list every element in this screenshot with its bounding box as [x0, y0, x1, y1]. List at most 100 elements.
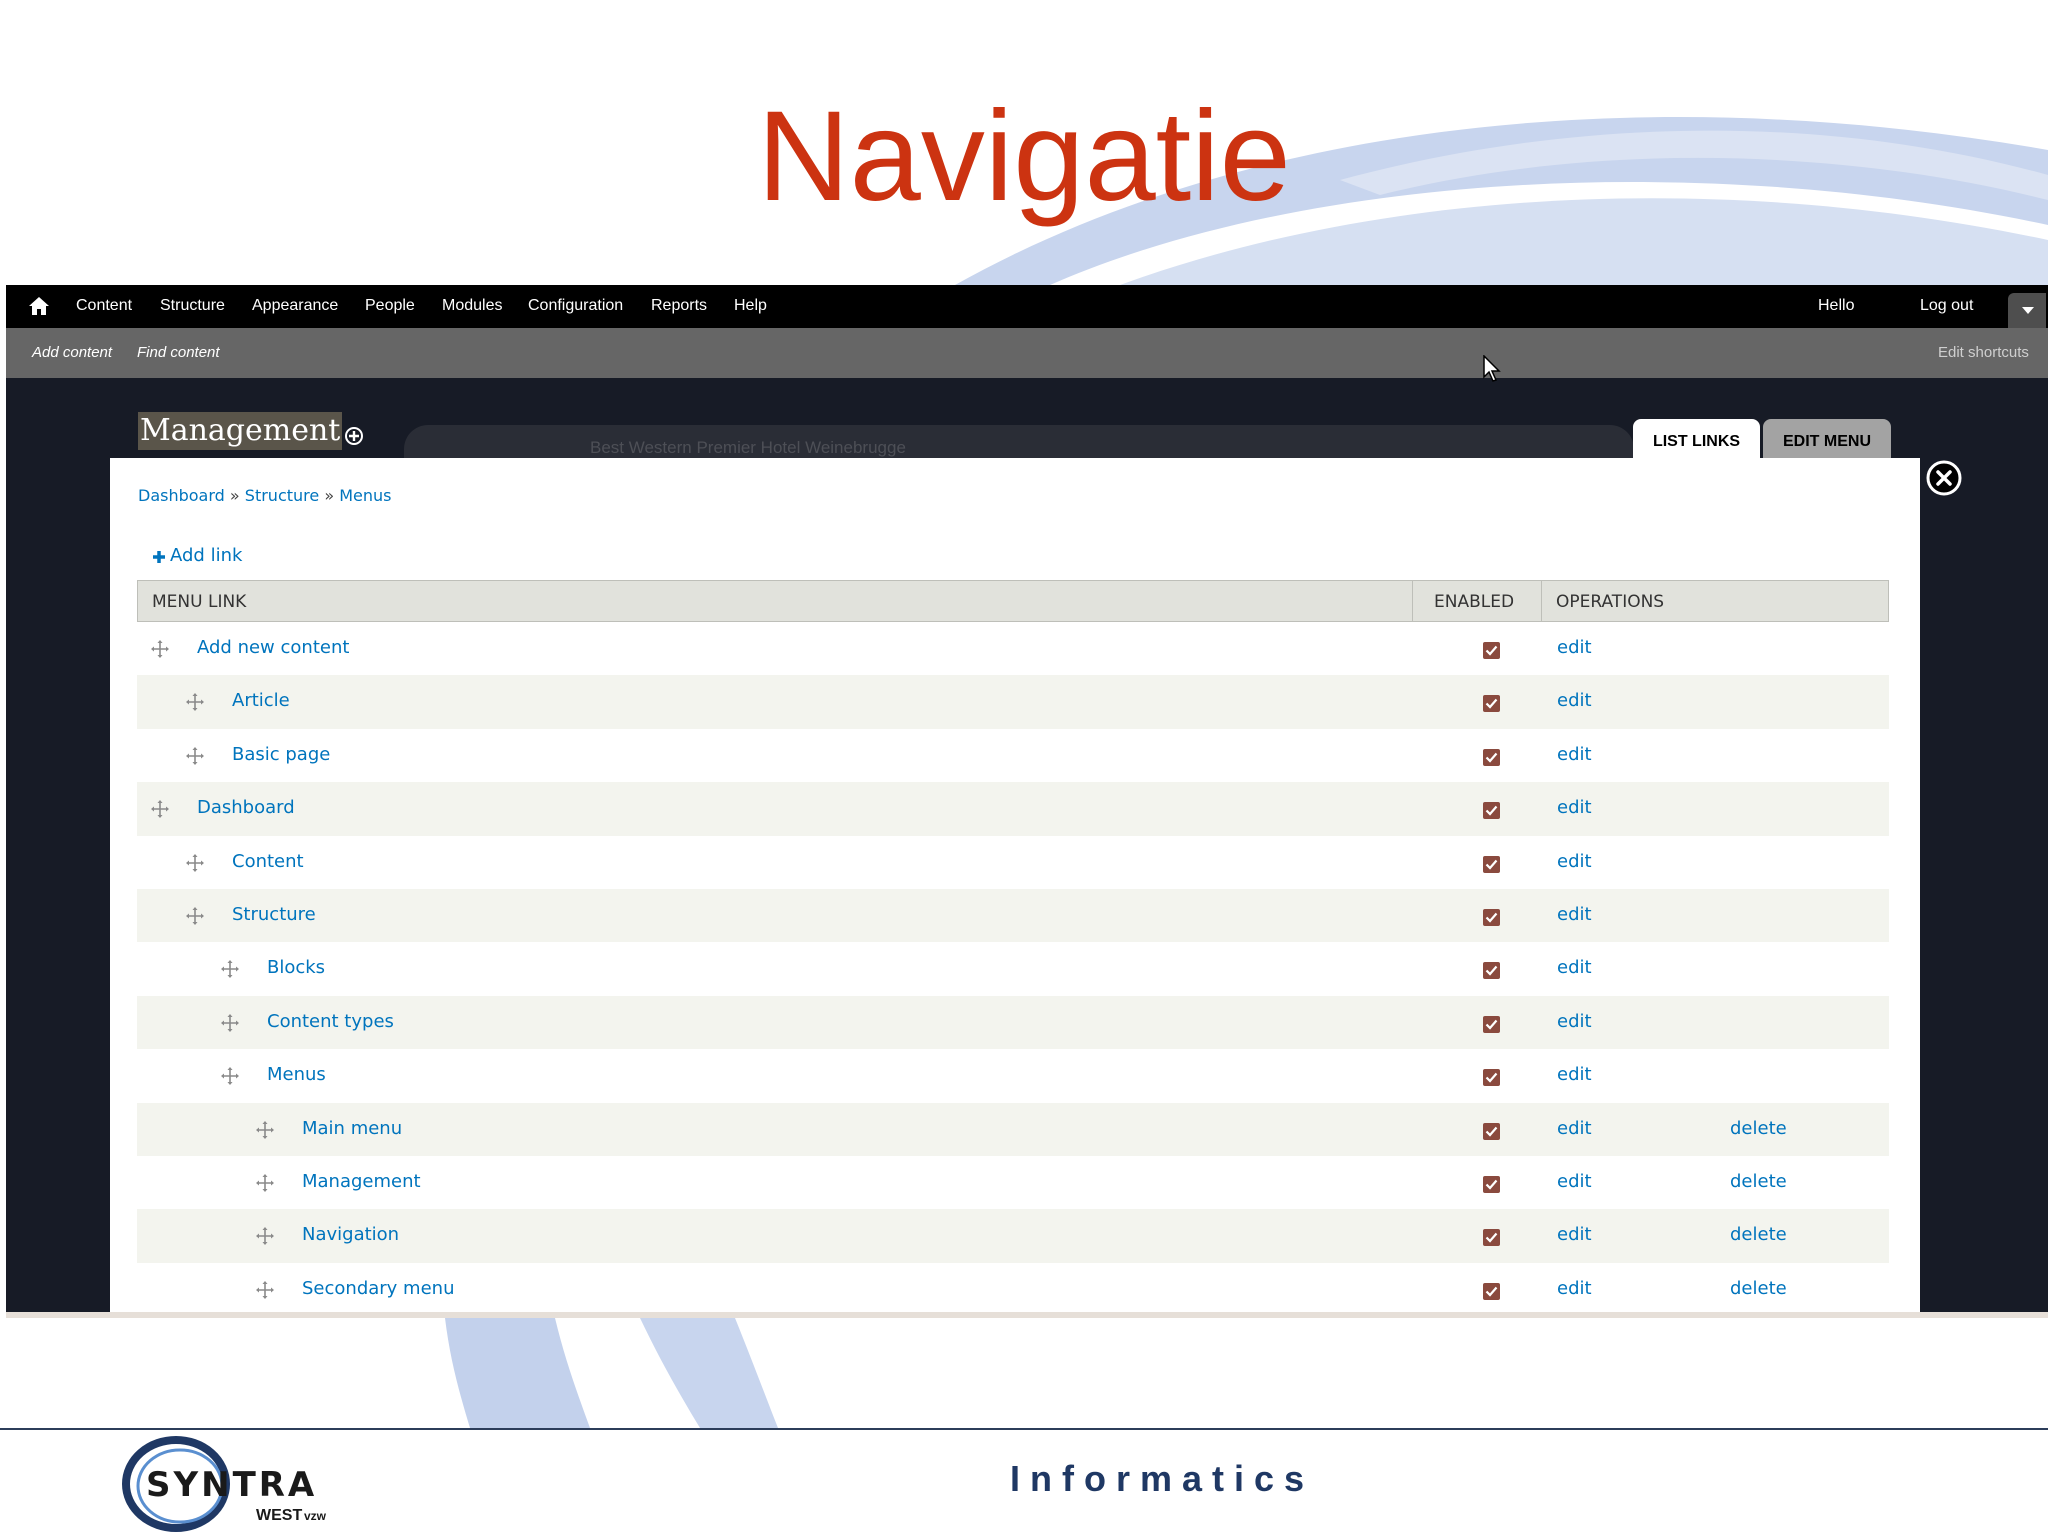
header-menu-link: MENU LINK [152, 592, 247, 612]
mouse-cursor-icon [1483, 355, 1501, 382]
menu-link-label[interactable]: Secondary menu [302, 1278, 454, 1299]
edit-link[interactable]: edit [1557, 1118, 1592, 1139]
edit-link[interactable]: edit [1557, 1064, 1592, 1085]
menu-link-label[interactable]: Basic page [232, 744, 330, 765]
menu-link-label[interactable]: Add new content [197, 637, 349, 658]
menu-link-label[interactable]: Main menu [302, 1118, 402, 1139]
toolbar-item-reports[interactable]: Reports [651, 297, 707, 315]
menu-link-label[interactable]: Navigation [302, 1224, 399, 1245]
toolbar-hello[interactable]: Hello [1818, 297, 1854, 315]
edit-link[interactable]: edit [1557, 690, 1592, 711]
breadcrumb-separator: » [324, 486, 335, 505]
drag-handle-icon[interactable] [186, 906, 204, 925]
menu-link-label[interactable]: Menus [267, 1064, 326, 1085]
enabled-checkbox[interactable] [1483, 1229, 1500, 1247]
menu-link-label[interactable]: Blocks [267, 957, 325, 978]
header-enabled: ENABLED [1434, 592, 1515, 612]
table-header: MENU LINK ENABLED OPERATIONS [137, 580, 1889, 622]
drag-handle-icon[interactable] [151, 640, 169, 658]
breadcrumb: Dashboard » Structure » Menus [138, 486, 391, 505]
syntra-logo: SYNTRA WEST vzw [122, 1436, 327, 1532]
drag-handle-icon[interactable] [221, 960, 239, 979]
enabled-checkbox[interactable] [1483, 908, 1500, 926]
enabled-checkbox[interactable] [1483, 1175, 1500, 1193]
edit-link[interactable]: edit [1557, 957, 1592, 978]
edit-link[interactable]: edit [1557, 797, 1592, 818]
drag-handle-icon[interactable] [256, 1173, 274, 1192]
breadcrumb-separator: » [229, 486, 240, 505]
table-row: Article edit [137, 675, 1889, 729]
enabled-checkbox[interactable] [1483, 855, 1500, 873]
enabled-checkbox[interactable] [1483, 802, 1500, 820]
enabled-checkbox[interactable] [1483, 748, 1500, 766]
drag-handle-icon[interactable] [256, 1280, 274, 1299]
logo-main-text: SYNTRA [146, 1465, 317, 1505]
toolbar-item-configuration[interactable]: Configuration [528, 297, 623, 315]
edit-link[interactable]: edit [1557, 637, 1592, 658]
menu-link-label[interactable]: Article [232, 690, 290, 711]
drag-handle-icon[interactable] [256, 1227, 274, 1246]
toolbar-drawer-toggle[interactable] [2008, 293, 2046, 328]
table-row: Content edit [137, 835, 1889, 889]
add-shortcut-icon[interactable] [344, 426, 364, 446]
menu-links-table: MENU LINK ENABLED OPERATIONS Add new con… [137, 580, 1889, 1312]
edit-link[interactable]: edit [1557, 1171, 1592, 1192]
toolbar-item-help[interactable]: Help [734, 297, 767, 315]
menu-link-label[interactable]: Dashboard [197, 797, 295, 818]
enabled-checkbox[interactable] [1483, 1069, 1500, 1087]
enabled-checkbox[interactable] [1483, 962, 1500, 980]
toolbar-item-people[interactable]: People [365, 297, 415, 315]
drag-handle-icon[interactable] [256, 1120, 274, 1139]
chevron-down-icon [2022, 307, 2034, 314]
drag-handle-icon[interactable] [186, 693, 204, 712]
drag-handle-icon[interactable] [151, 800, 169, 819]
close-icon[interactable] [1926, 460, 1962, 496]
breadcrumb-dashboard[interactable]: Dashboard [138, 486, 225, 505]
edit-shortcuts-link[interactable]: Edit shortcuts [1938, 344, 2029, 361]
table-row: Add new content edit [137, 622, 1889, 676]
delete-link[interactable]: delete [1730, 1278, 1787, 1299]
toolbar-item-structure[interactable]: Structure [160, 297, 225, 315]
enabled-checkbox[interactable] [1483, 695, 1500, 713]
shortcut-add-content[interactable]: Add content [32, 344, 112, 361]
table-row: Menus edit [137, 1049, 1889, 1103]
toolbar-item-modules[interactable]: Modules [442, 297, 502, 315]
delete-link[interactable]: delete [1730, 1118, 1787, 1139]
table-row: Secondary menu edit delete [137, 1262, 1889, 1312]
drag-handle-icon[interactable] [221, 1013, 239, 1032]
table-row: Dashboard edit [137, 782, 1889, 836]
admin-toolbar: Content Structure Appearance People Modu… [6, 285, 2048, 328]
toolbar-logout[interactable]: Log out [1920, 297, 1973, 315]
toolbar-item-appearance[interactable]: Appearance [252, 297, 338, 315]
drag-handle-icon[interactable] [221, 1067, 239, 1086]
edit-link[interactable]: edit [1557, 1224, 1592, 1245]
menu-link-label[interactable]: Content types [267, 1011, 394, 1032]
edit-link[interactable]: edit [1557, 851, 1592, 872]
edit-link[interactable]: edit [1557, 1278, 1592, 1299]
enabled-checkbox[interactable] [1483, 1122, 1500, 1140]
delete-link[interactable]: delete [1730, 1224, 1787, 1245]
enabled-checkbox[interactable] [1483, 1015, 1500, 1033]
enabled-checkbox[interactable] [1483, 642, 1500, 659]
logo-suffix-text: vzw [304, 1509, 327, 1523]
menu-link-label[interactable]: Management [302, 1171, 421, 1192]
home-icon[interactable] [28, 296, 50, 316]
menu-link-label[interactable]: Structure [232, 904, 316, 925]
delete-link[interactable]: delete [1730, 1171, 1787, 1192]
enabled-checkbox[interactable] [1483, 1282, 1500, 1300]
breadcrumb-structure[interactable]: Structure [245, 486, 319, 505]
add-link-button[interactable]: Add link [170, 545, 242, 566]
shortcut-find-content[interactable]: Find content [137, 344, 220, 361]
breadcrumb-menus[interactable]: Menus [339, 486, 391, 505]
edit-link[interactable]: edit [1557, 1011, 1592, 1032]
drag-handle-icon[interactable] [186, 746, 204, 765]
menu-link-label[interactable]: Content [232, 851, 304, 872]
background-page-title: Best Western Premier Hotel Weinebrugge [590, 438, 906, 457]
plus-icon [153, 551, 165, 563]
screenshot-bottom-edge [6, 1312, 2048, 1318]
edit-link[interactable]: edit [1557, 904, 1592, 925]
drag-handle-icon[interactable] [186, 853, 204, 872]
edit-link[interactable]: edit [1557, 744, 1592, 765]
toolbar-item-content[interactable]: Content [76, 297, 132, 315]
table-row: Blocks edit [137, 942, 1889, 996]
